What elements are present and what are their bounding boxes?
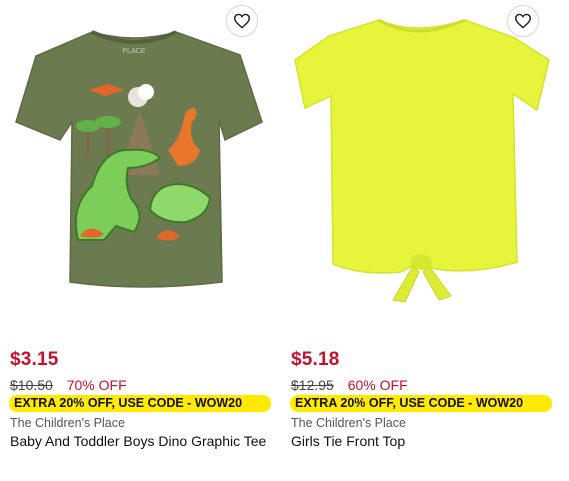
brand-name: The Children's Place [10,416,125,430]
dino-tee-image: PLACE [15,30,263,288]
tie-front-top-image [294,18,550,303]
original-price: $10.50 [10,377,53,393]
favorite-button[interactable] [507,5,539,37]
product-image-tie-front-top[interactable] [281,0,553,318]
price-details: $12.95 60% OFF [291,377,408,393]
brand-name: The Children's Place [291,416,406,430]
product-image-dino-tee[interactable]: PLACE [0,0,272,318]
promo-badge: EXTRA 20% OFF, USE CODE - WOW20 [9,395,271,412]
svg-text:PLACE: PLACE [123,48,146,55]
price-details: $10.50 70% OFF [10,377,127,393]
favorite-button[interactable] [226,5,258,37]
product-title[interactable]: Baby And Toddler Boys Dino Graphic Tee [10,432,268,451]
heart-outline-icon [514,13,532,29]
product-card-dino-tee[interactable]: PLACE $3.15 $10.50 70% OFF EXTRA 20% OFF… [0,0,272,481]
sale-price: $3.15 [10,349,59,370]
discount-percent: 60% OFF [347,377,408,393]
product-card-tie-front-top[interactable]: $5.18 $12.95 60% OFF EXTRA 20% OFF, USE … [281,0,553,481]
discount-percent: 70% OFF [66,377,127,393]
heart-outline-icon [233,13,251,29]
product-title[interactable]: Girls Tie Front Top [291,432,549,451]
sale-price: $5.18 [291,349,340,370]
promo-badge: EXTRA 20% OFF, USE CODE - WOW20 [290,395,552,412]
original-price: $12.95 [291,377,334,393]
